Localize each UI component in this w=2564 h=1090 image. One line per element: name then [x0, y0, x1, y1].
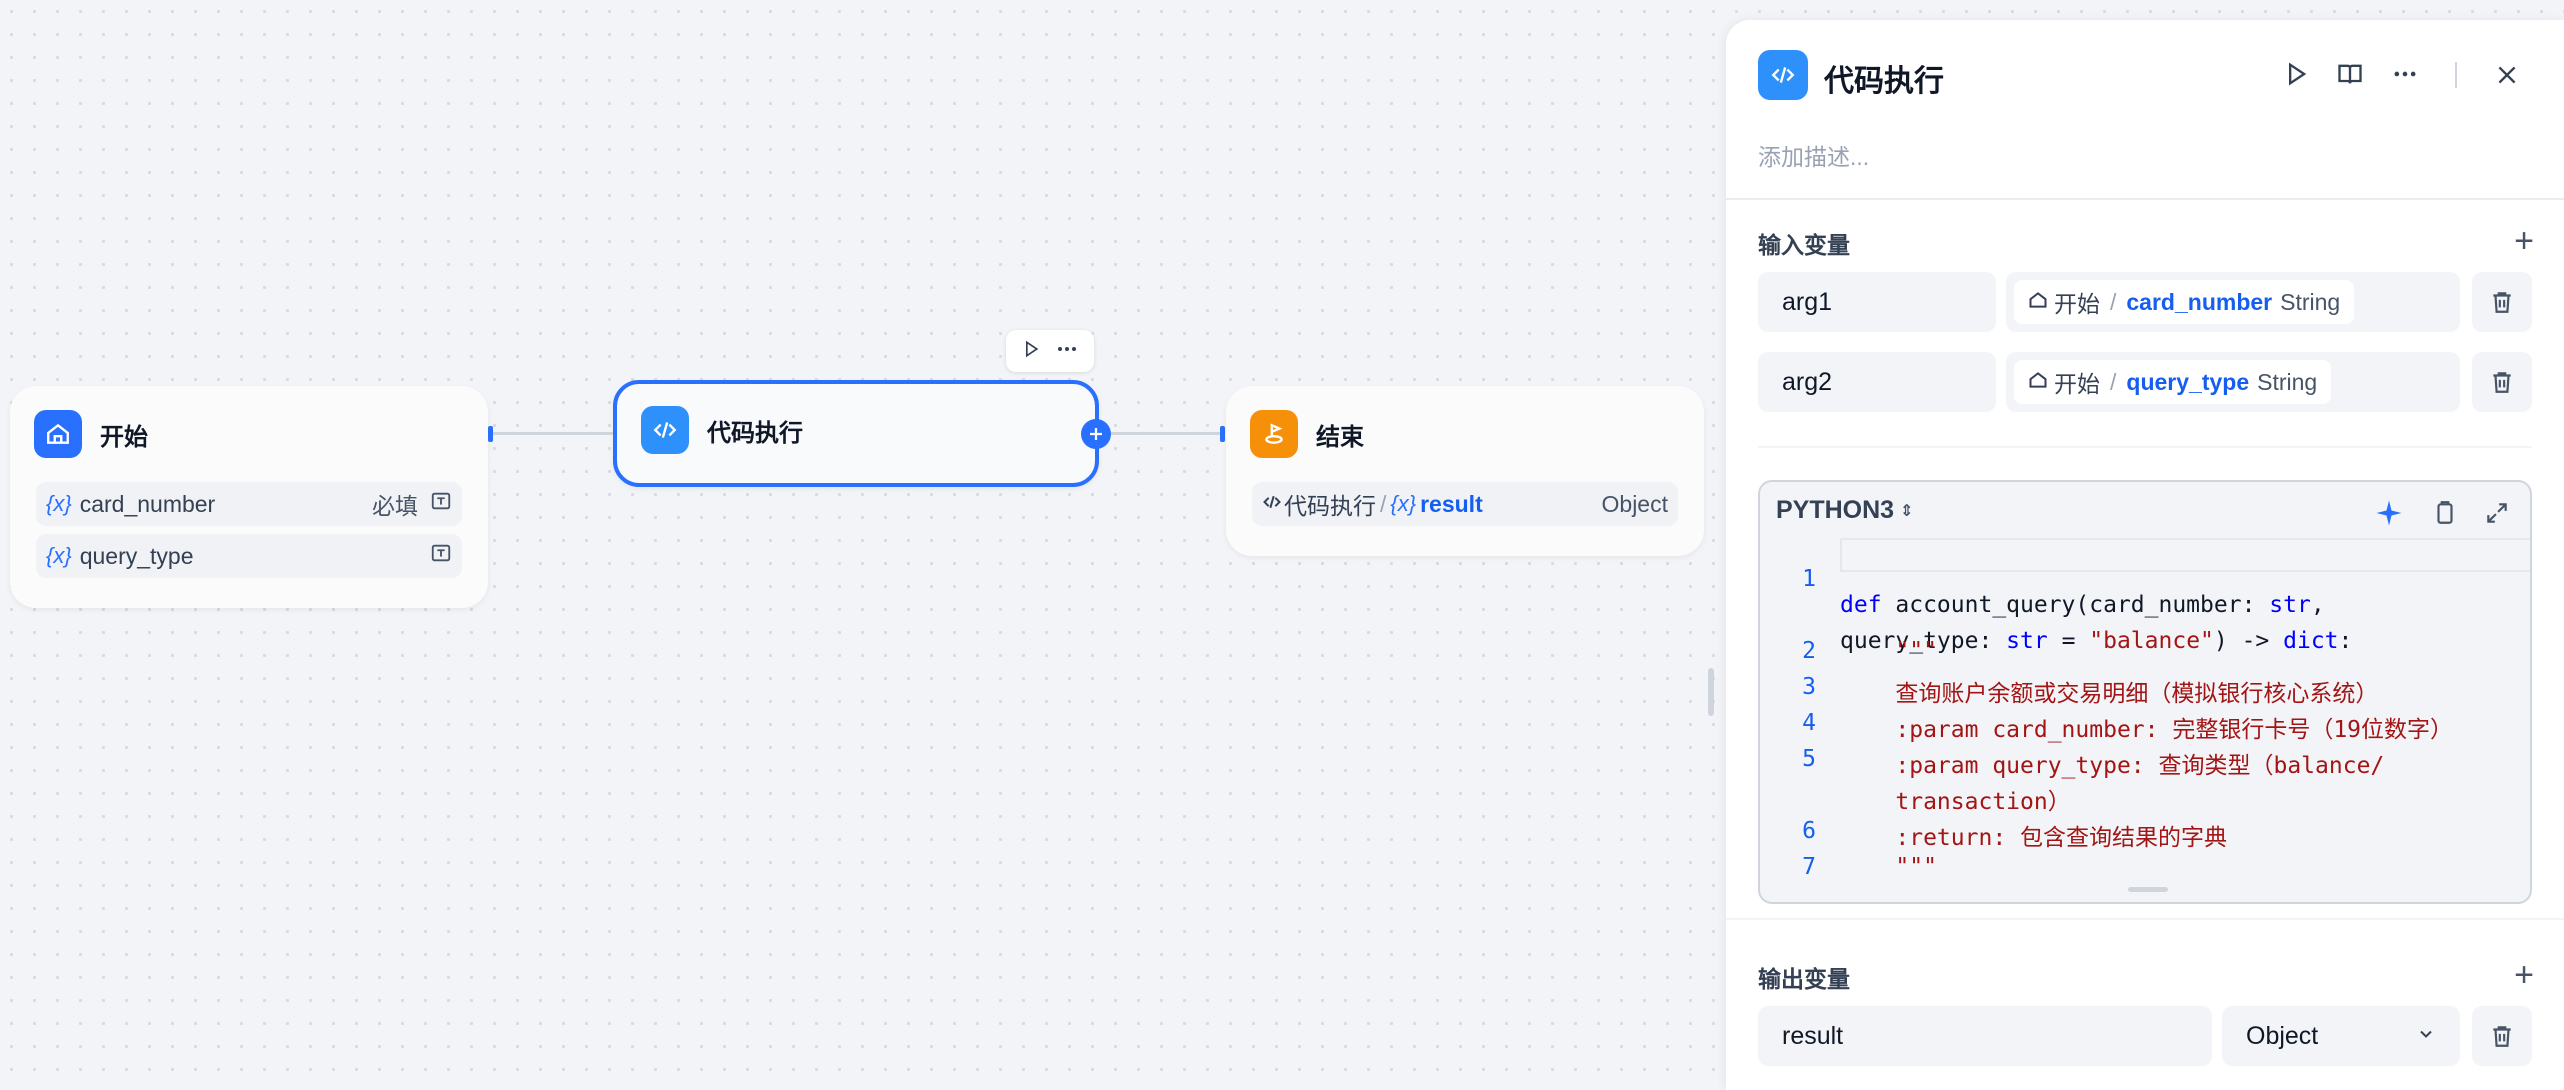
add-input-icon[interactable]: +	[2514, 224, 2534, 258]
ref-type: String	[2280, 288, 2341, 315]
start-node[interactable]: 开始 {x} card_number 必填 {x} query_type	[10, 386, 488, 608]
close-icon[interactable]	[2494, 62, 2520, 93]
code-node-title: 代码执行	[707, 419, 803, 447]
panel-header: 代码执行 添加描述...	[1726, 20, 2564, 200]
outputs-section-title: 输出变量	[1758, 966, 1850, 992]
divider	[2455, 62, 2457, 88]
input-value-selector[interactable]: 开始 / query_type String	[2006, 352, 2460, 412]
output-name-field[interactable]: result	[1758, 1006, 2212, 1066]
trash-icon	[2493, 372, 2511, 393]
delete-input-button[interactable]	[2472, 352, 2532, 412]
required-label: 必填	[372, 493, 418, 519]
trash-icon	[2493, 292, 2511, 313]
home-icon	[34, 410, 82, 458]
panel-title[interactable]: 代码执行	[1824, 56, 1944, 100]
home-icon	[2028, 289, 2048, 316]
output-var-type: Object	[1601, 490, 1668, 517]
end-output-var[interactable]: 代码执行 / {x} result Object	[1252, 482, 1678, 526]
add-output-icon[interactable]: +	[2514, 958, 2534, 992]
variable-icon: {x}	[1390, 491, 1417, 516]
chevron-updown-icon: ⇕	[1900, 502, 1914, 520]
variable-icon: {x}	[46, 543, 72, 568]
more-icon[interactable]	[2390, 60, 2420, 93]
language-selector[interactable]: PYTHON3 ⇕	[1776, 496, 1914, 525]
section-divider	[1758, 446, 2532, 448]
section-divider	[1726, 918, 2564, 920]
chevron-down-icon	[2416, 1022, 2436, 1051]
inputs-section-title: 输入变量	[1758, 232, 1850, 258]
panel-resize-handle[interactable]	[1708, 668, 1714, 716]
delete-output-button[interactable]	[2472, 1006, 2532, 1066]
start-var-card-number[interactable]: {x} card_number 必填	[36, 482, 462, 526]
ref-type: String	[2257, 368, 2318, 395]
expand-icon[interactable]	[2484, 500, 2510, 531]
variable-reference-chip: 开始 / card_number String	[2014, 280, 2355, 324]
delete-input-button[interactable]	[2472, 272, 2532, 332]
code-editor[interactable]: PYTHON3 ⇕ 1 def account_query(card_numbe…	[1758, 480, 2532, 904]
flag-icon	[1250, 410, 1298, 458]
text-input-icon	[430, 542, 452, 570]
ref-source: 开始	[2054, 371, 2100, 397]
trash-icon	[2493, 1026, 2511, 1047]
variable-reference-chip: 开始 / query_type String	[2014, 360, 2332, 404]
var-name: card_number	[79, 490, 216, 517]
end-node[interactable]: 结束 代码执行 / {x} result Object	[1226, 386, 1704, 556]
more-icon[interactable]	[1055, 337, 1079, 366]
input-value-selector[interactable]: 开始 / card_number String	[2006, 272, 2460, 332]
input-name-field[interactable]: arg2	[1758, 352, 1996, 412]
node-config-panel: 代码执行 添加描述... 输入变量 + arg1 开始 / card_numbe…	[1726, 20, 2564, 1090]
ai-generate-icon[interactable]	[2374, 498, 2404, 533]
output-type-value: Object	[2246, 1021, 2319, 1050]
run-icon[interactable]	[1021, 339, 1041, 364]
code-line: 7 """	[1802, 854, 1937, 880]
start-node-title: 开始	[100, 423, 148, 451]
end-node-title: 结束	[1316, 423, 1364, 451]
variable-icon: {x}	[46, 491, 72, 516]
run-icon[interactable]	[2282, 60, 2310, 93]
copy-icon[interactable]	[2432, 500, 2458, 531]
description-input[interactable]: 添加描述...	[1758, 138, 1869, 172]
text-input-icon	[430, 490, 452, 518]
edge-start-to-code	[493, 432, 613, 435]
end-input-handle[interactable]	[1220, 426, 1225, 442]
path-separator: /	[2110, 368, 2117, 395]
ref-var: card_number	[2126, 288, 2273, 315]
output-var-name: result	[1420, 490, 1483, 517]
ref-source: 开始	[2054, 291, 2100, 317]
code-icon	[1758, 50, 1808, 100]
edge-code-to-end	[1111, 432, 1221, 435]
add-next-node-button[interactable]	[1081, 419, 1111, 449]
path-separator: /	[2110, 288, 2117, 315]
code-icon	[641, 406, 689, 454]
ref-var: query_type	[2126, 368, 2250, 395]
path-separator: /	[1380, 490, 1387, 517]
input-name-field[interactable]: arg1	[1758, 272, 1996, 332]
output-source: 代码执行	[1284, 493, 1376, 519]
output-type-select[interactable]: Object	[2222, 1006, 2460, 1066]
code-icon	[1262, 491, 1282, 518]
docs-icon[interactable]	[2336, 60, 2364, 93]
code-node-toolbar	[1006, 330, 1094, 372]
code-node[interactable]: 代码执行	[613, 380, 1099, 487]
start-var-query-type[interactable]: {x} query_type	[36, 534, 462, 578]
editor-resize-handle[interactable]	[2128, 887, 2168, 892]
home-icon	[2028, 369, 2048, 396]
var-name: query_type	[79, 542, 194, 569]
